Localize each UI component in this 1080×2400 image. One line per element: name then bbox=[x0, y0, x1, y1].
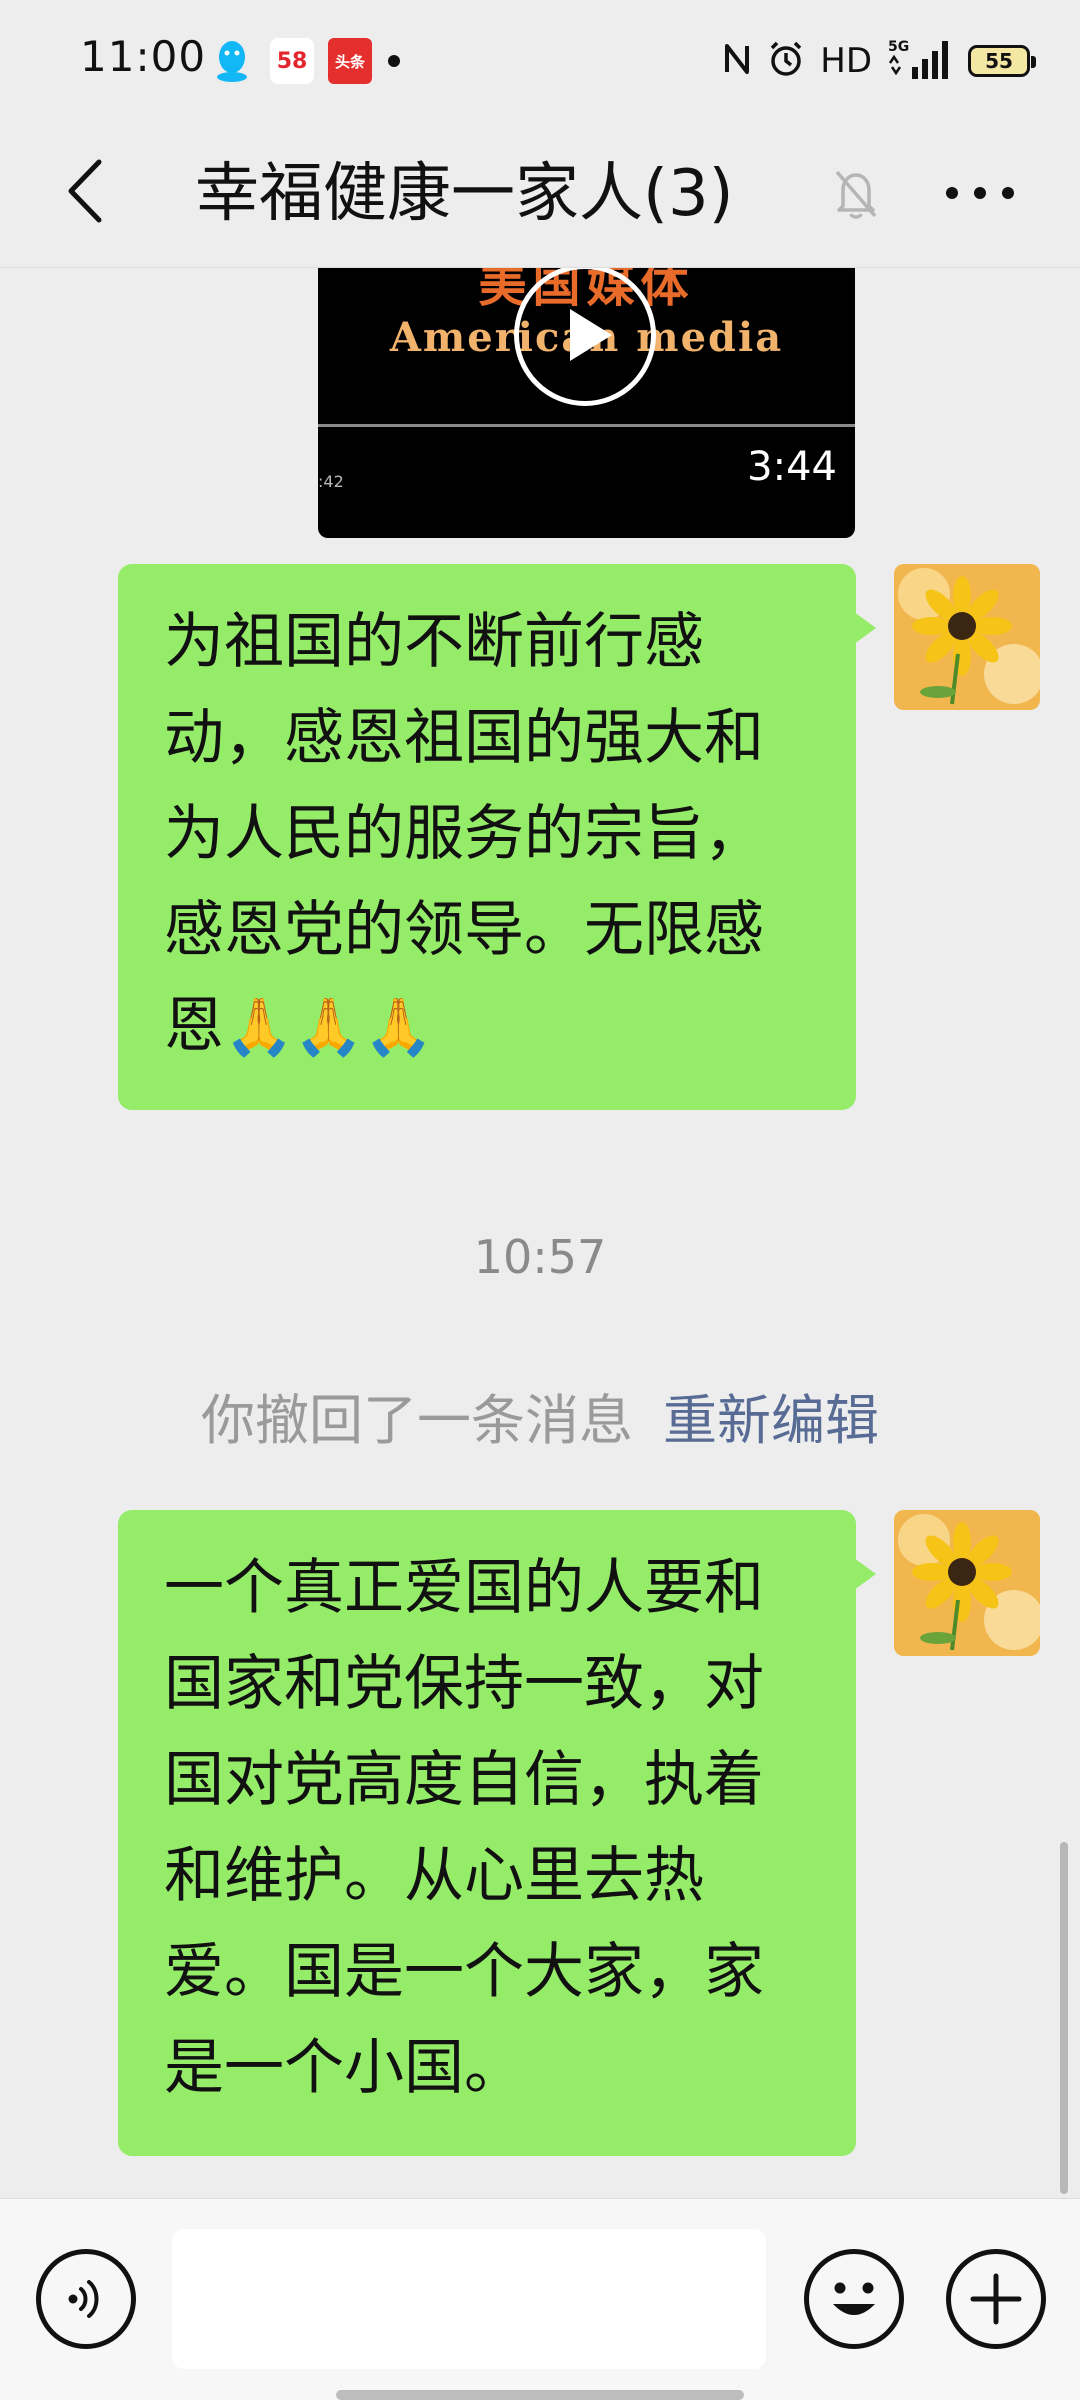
58-app-label: 58 bbox=[276, 48, 308, 74]
status-time: 11:00 bbox=[80, 32, 207, 81]
recall-text: 你撤回了一条消息 bbox=[201, 1389, 633, 1452]
message-line: 国家和党保持一致，对 bbox=[164, 1649, 764, 1719]
toutiao-label: 头条 bbox=[334, 52, 365, 71]
message-line: 一个真正爱国的人要和 bbox=[164, 1553, 764, 1623]
message-line: 动，感恩祖国的强大和 bbox=[164, 703, 764, 773]
play-icon[interactable] bbox=[514, 268, 656, 406]
status-right: HD 5G 55 bbox=[722, 34, 1036, 88]
qq-icon bbox=[212, 38, 252, 84]
input-bar bbox=[0, 2198, 1080, 2400]
chevron-left-icon bbox=[68, 159, 102, 223]
message-line: 为祖国的不断前行感 bbox=[164, 607, 704, 677]
status-bar: 11:00 58 头条 HD 5G 55 bbox=[0, 0, 1080, 120]
message-line: 是一个小国。 bbox=[164, 2033, 524, 2103]
message-line: 为人民的服务的宗旨， bbox=[164, 799, 764, 869]
message-list[interactable]: 美国媒体 American media :42 3:44 为祖国的不断前行感 动… bbox=[0, 268, 1080, 2198]
recall-notice: 你撤回了一条消息 重新编辑 bbox=[0, 1376, 1080, 1455]
muted-bell-icon bbox=[826, 154, 886, 234]
alarm-icon bbox=[766, 39, 806, 83]
svg-text:5G: 5G bbox=[888, 39, 909, 55]
re-edit-link[interactable]: 重新编辑 bbox=[663, 1389, 879, 1452]
smiley-icon bbox=[833, 2282, 875, 2315]
nfc-icon bbox=[722, 40, 752, 82]
voice-input-button[interactable] bbox=[36, 2249, 136, 2349]
sunflower-icon bbox=[894, 564, 1040, 710]
message-input[interactable] bbox=[172, 2229, 766, 2369]
more-options-button[interactable] bbox=[930, 148, 1030, 238]
chat-screen: 11:00 58 头条 HD 5G 55 幸福健康一家人(3) 美国媒体 Ame… bbox=[0, 0, 1080, 2400]
scrollbar[interactable] bbox=[1060, 1842, 1068, 2194]
voice-icon bbox=[68, 2280, 99, 2318]
chat-header: 幸福健康一家人(3) bbox=[0, 120, 1080, 268]
58-app-icon: 58 bbox=[270, 38, 314, 84]
video-elapsed: :42 bbox=[318, 472, 344, 491]
signal-5g-icon: 5G bbox=[886, 37, 954, 85]
video-progress-bar bbox=[318, 424, 855, 427]
more-functions-button[interactable] bbox=[946, 2249, 1046, 2349]
battery-icon: 55 bbox=[968, 45, 1036, 77]
plus-icon bbox=[970, 2273, 1022, 2325]
back-button[interactable] bbox=[40, 146, 130, 236]
sunflower-icon bbox=[894, 1510, 1040, 1656]
video-duration: 3:44 bbox=[747, 444, 837, 490]
message-line-last: 恩🙏🙏🙏 bbox=[164, 978, 816, 1076]
message-bubble[interactable]: 为祖国的不断前行感 动，感恩祖国的强大和 为人民的服务的宗旨， 感恩党的领导。无… bbox=[118, 564, 876, 1110]
battery-level: 55 bbox=[985, 49, 1013, 73]
message-line: 感恩党的领导。无限感 bbox=[164, 895, 764, 965]
toutiao-icon: 头条 bbox=[328, 38, 372, 84]
chat-title: 幸福健康一家人(3) bbox=[195, 157, 734, 231]
ellipsis-icon bbox=[946, 187, 1014, 199]
notification-dot-icon bbox=[388, 55, 400, 67]
message-line: 爱。国是一个大家，家 bbox=[164, 1937, 764, 2007]
hd-label: HD bbox=[820, 41, 872, 81]
message-line: 和维护。从心里去热 bbox=[164, 1841, 704, 1911]
message-line: 国对党高度自信，执着 bbox=[164, 1745, 764, 1815]
praying-hands-emoji: 🙏🙏🙏 bbox=[224, 995, 434, 1060]
message-timestamp: 10:57 bbox=[473, 1230, 607, 1284]
message-line-text: 恩 bbox=[164, 991, 224, 1061]
avatar[interactable] bbox=[894, 564, 1040, 710]
emoji-button[interactable] bbox=[804, 2249, 904, 2349]
avatar[interactable] bbox=[894, 1510, 1040, 1656]
video-message[interactable]: 美国媒体 American media :42 3:44 bbox=[318, 268, 855, 538]
home-indicator[interactable] bbox=[336, 2390, 744, 2400]
message-bubble[interactable]: 一个真正爱国的人要和 国家和党保持一致，对 国对党高度自信，执着 和维护。从心里… bbox=[118, 1510, 876, 2156]
